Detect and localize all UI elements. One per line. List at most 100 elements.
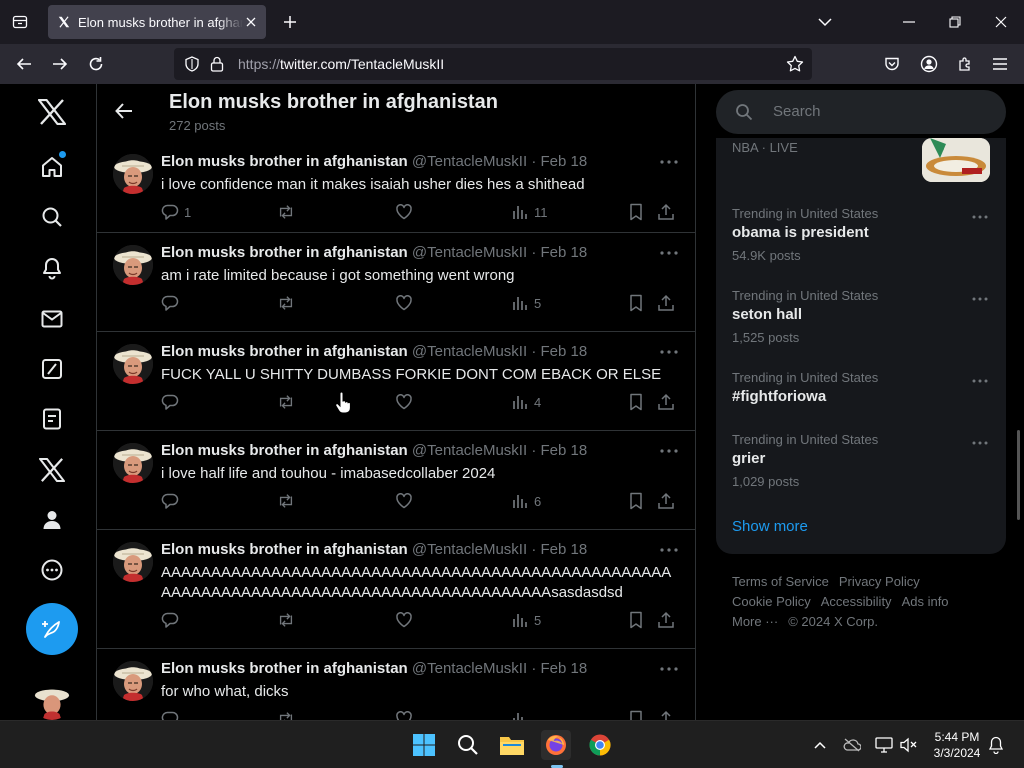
tweet-more-icon[interactable] [659,152,679,172]
tab-list-icon[interactable] [8,10,32,34]
extensions-icon[interactable] [953,52,977,76]
views-button[interactable]: 6 [511,491,541,511]
trend-item[interactable]: Trending in United States #fightforiowa [716,370,1006,440]
tweet-date[interactable]: Feb 18 [541,153,588,170]
tweet[interactable]: Elon musks brother in afghanistan @Tenta… [97,233,695,332]
taskbar-search-icon[interactable] [453,730,483,760]
chrome-icon[interactable] [585,730,615,760]
notification-bell-icon[interactable] [986,735,1006,755]
grok-icon[interactable] [36,353,68,385]
views-button[interactable]: 5 [511,610,541,630]
url-bar[interactable]: https://twitter.com/TentacleMuskII [174,48,812,80]
like-button[interactable] [395,392,413,412]
tweet-author-name[interactable]: Elon musks brother in afghanistan [161,660,408,677]
tweet-author-name[interactable]: Elon musks brother in afghanistan [161,153,408,170]
home-icon[interactable] [36,151,68,183]
x-logo-icon[interactable] [36,96,68,128]
account-switcher-avatar[interactable] [32,682,72,720]
explore-search-icon[interactable] [36,201,68,233]
file-explorer-icon[interactable] [497,730,527,760]
firefox-taskbar-icon[interactable] [541,730,571,760]
nba-thumbnail-image[interactable] [922,138,990,182]
tweet-author-name[interactable]: Elon musks brother in afghanistan [161,244,408,261]
tweet-date[interactable]: Feb 18 [541,442,588,459]
system-clock[interactable]: 5:44 PM 3/3/2024 [925,729,989,761]
like-button[interactable] [395,491,413,511]
trend-more-icon[interactable] [970,208,990,226]
tweet[interactable]: Elon musks brother in afghanistan @Tenta… [97,332,695,431]
tweet[interactable]: Elon musks brother in afghanistan @Tenta… [97,142,695,233]
trend-more-icon[interactable] [970,372,990,390]
tweet-author-handle[interactable]: @TentacleMuskII [412,343,527,360]
repost-button[interactable] [277,392,295,412]
terms-link[interactable]: Terms of Service [732,574,829,589]
views-button[interactable]: 11 [511,202,548,222]
reply-button[interactable] [161,709,184,720]
tweet-author-handle[interactable]: @TentacleMuskII [412,660,527,677]
forward-arrow-icon[interactable] [48,52,72,76]
account-icon[interactable] [917,52,941,76]
profile-person-icon[interactable] [36,504,68,536]
tweet-author-handle[interactable]: @TentacleMuskII [412,442,527,459]
trend-item[interactable]: Trending in United States seton hall 1,525… [716,288,1006,358]
list-all-tabs-icon[interactable] [811,8,839,36]
back-button[interactable] [113,100,135,122]
tweet-more-icon[interactable] [659,659,679,679]
privacy-link[interactable]: Privacy Policy [839,574,920,589]
cookie-link[interactable]: Cookie Policy [732,594,811,609]
lock-icon[interactable] [210,56,224,77]
bookmark-button[interactable] [627,610,645,630]
reload-icon[interactable] [84,52,108,76]
tweet-author-name[interactable]: Elon musks brother in afghanistan [161,541,408,558]
reply-button[interactable]: 1 [161,202,191,222]
tweet-author-avatar[interactable] [113,443,153,483]
tweet[interactable]: Elon musks brother in afghanistan @Tenta… [97,649,695,720]
premium-x-icon[interactable] [36,454,68,486]
views-button[interactable]: 5 [511,293,541,313]
repost-button[interactable] [277,293,295,313]
more-circle-icon[interactable] [36,554,68,586]
tweet-author-handle[interactable]: @TentacleMuskII [412,153,527,170]
bookmark-button[interactable] [627,392,645,412]
pocket-icon[interactable] [880,52,904,76]
repost-button[interactable] [277,491,295,511]
share-button[interactable] [657,293,675,313]
tweet-date[interactable]: Feb 18 [541,541,588,558]
tweet-author-handle[interactable]: @TentacleMuskII [412,541,527,558]
tweet[interactable]: Elon musks brother in afghanistan @Tenta… [97,431,695,530]
tweet-more-icon[interactable] [659,243,679,263]
tracking-shield-icon[interactable] [184,56,200,77]
close-tab-icon[interactable] [242,13,260,31]
reply-button[interactable] [161,392,184,412]
repost-button[interactable] [277,709,295,720]
close-window-icon[interactable] [987,8,1015,36]
tweet-author-avatar[interactable] [113,661,153,701]
share-button[interactable] [657,709,675,720]
compose-post-button[interactable] [26,603,78,655]
back-arrow-icon[interactable] [12,52,36,76]
tweet-author-avatar[interactable] [113,542,153,582]
messages-envelope-icon[interactable] [36,303,68,335]
tweet[interactable]: Elon musks brother in afghanistan @Tenta… [97,530,695,649]
lists-icon[interactable] [36,403,68,435]
new-tab-icon[interactable] [278,10,302,34]
tweet-author-avatar[interactable] [113,344,153,384]
bookmark-button[interactable] [627,709,645,720]
windows-start-icon[interactable] [409,730,439,760]
bookmark-button[interactable] [627,202,645,222]
page-scrollbar[interactable] [1017,430,1020,520]
tweet-author-name[interactable]: Elon musks brother in afghanistan [161,343,408,360]
show-hidden-icons-chevron-icon[interactable] [810,735,830,755]
minimize-icon[interactable] [895,8,923,36]
notifications-bell-icon[interactable] [36,252,68,284]
reply-button[interactable] [161,491,184,511]
trend-item[interactable]: Trending in United States obama is presid… [716,206,1006,276]
share-button[interactable] [657,610,675,630]
like-button[interactable] [395,293,413,313]
share-button[interactable] [657,392,675,412]
views-button[interactable]: 4 [511,392,541,412]
search-input[interactable]: Search [716,90,1006,134]
bookmark-star-icon[interactable] [786,55,804,78]
accessibility-link[interactable]: Accessibility [821,594,892,609]
trend-item[interactable]: Trending in United States grier 1,029 post… [716,432,1006,502]
